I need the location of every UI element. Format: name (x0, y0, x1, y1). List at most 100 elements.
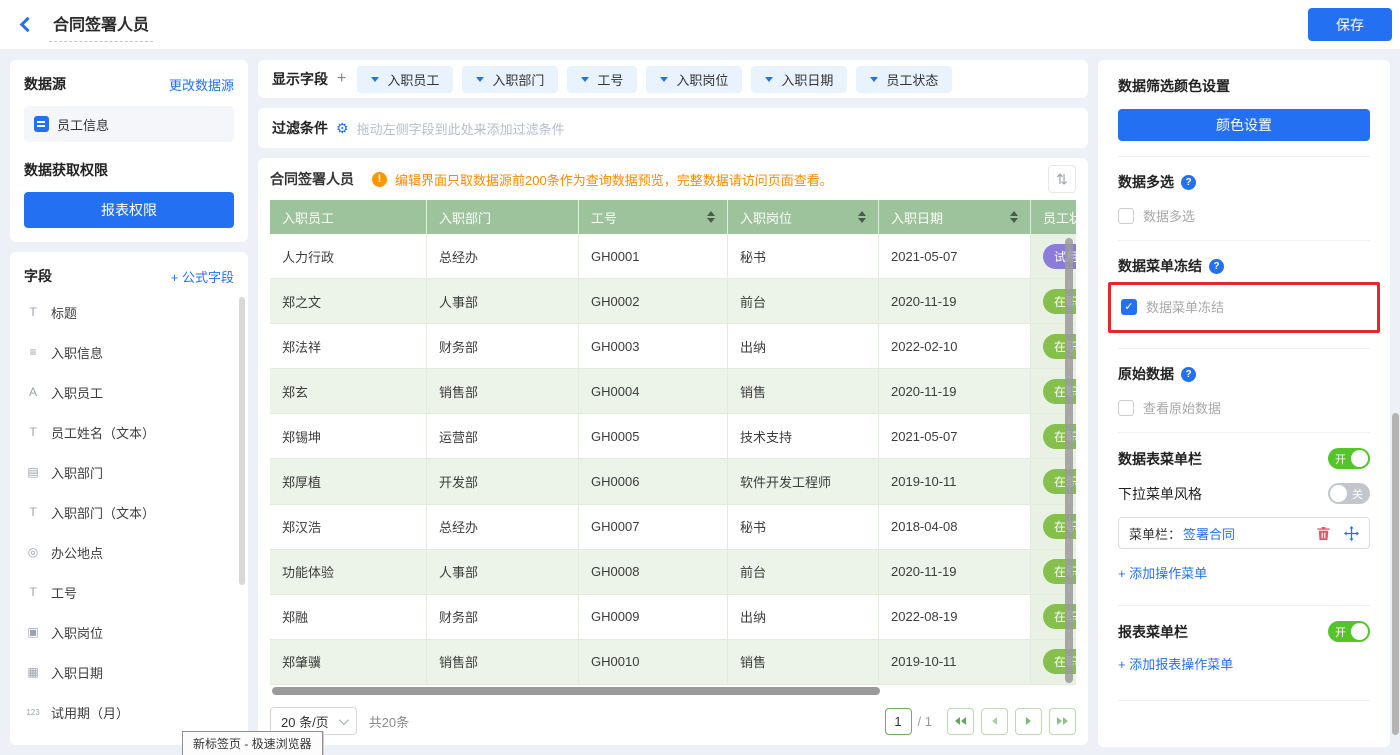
raw-data-checkbox[interactable] (1118, 400, 1134, 416)
filter-settings-gear-icon[interactable]: ⚙ (336, 120, 349, 137)
page-vertical-scrollbar[interactable] (1392, 413, 1399, 735)
display-field-chip[interactable]: 工号 (567, 66, 637, 93)
page-size-value: 20 条/页 (281, 712, 329, 731)
table-row[interactable]: 郑玄销售部GH0004销售2020-11-19在职 (270, 369, 1076, 414)
display-field-chip[interactable]: 入职部门 (462, 66, 558, 93)
column-header[interactable]: 员工状态 (1031, 200, 1076, 234)
display-field-chip[interactable]: 入职岗位 (646, 66, 742, 93)
field-item[interactable]: ▤入职部门 (24, 452, 234, 492)
table-cell: 销售部 (427, 369, 579, 414)
column-header-label: 工号 (591, 208, 617, 227)
last-page-button[interactable] (1049, 708, 1076, 735)
display-field-chip[interactable]: 入职员工 (357, 66, 453, 93)
menubar-item-row: 菜单栏： 签署合同 (1118, 517, 1370, 549)
column-header[interactable]: 入职部门 (427, 200, 579, 234)
table-row[interactable]: 郑法祥财务部GH0003出纳2022-02-10在职 (270, 324, 1076, 369)
field-chip-row: 入职员工入职部门工号 入职岗位 入职日期 员工状态 (357, 66, 952, 93)
display-field-chip[interactable]: 员工状态 (856, 66, 952, 93)
table-cell: 秘书 (728, 505, 879, 550)
sort-arrows-icon[interactable] (858, 211, 866, 223)
table-vertical-scrollbar[interactable] (1065, 238, 1073, 683)
field-item[interactable]: ▣入职岗位 (24, 612, 234, 652)
datasource-title: 数据源 (24, 74, 66, 94)
horizontal-scroll-thumb[interactable] (272, 687, 880, 695)
report-menubar-toggle[interactable]: 开 (1328, 621, 1370, 642)
datasource-item[interactable]: 员工信息 (24, 106, 234, 142)
column-header[interactable]: 入职日期 (879, 200, 1031, 234)
table-cell: GH0010 (579, 640, 728, 685)
table-title: 合同签署人员 (270, 169, 354, 189)
table-cell: 财务部 (427, 595, 579, 640)
report-permission-button[interactable]: 报表权限 (24, 192, 234, 228)
column-header-label: 入职日期 (891, 208, 943, 227)
back-icon[interactable] (20, 17, 36, 33)
prev-page-button[interactable] (981, 708, 1008, 735)
color-setting-button[interactable]: 颜色设置 (1118, 109, 1370, 141)
raw-data-checkbox-row[interactable]: 查看原始数据 (1118, 398, 1370, 417)
field-item[interactable]: ◎办公地点 (24, 532, 234, 572)
field-item[interactable]: T标题 (24, 292, 234, 332)
current-page-box[interactable]: 1 (885, 708, 912, 735)
menu-freeze-title: 数据菜单冻结 (1118, 256, 1202, 276)
table-row[interactable]: 郑之文人事部GH0002前台2020-11-19在职 (270, 279, 1076, 324)
field-item[interactable]: T员工姓名（文本） (24, 412, 234, 452)
chip-label: 员工状态 (886, 70, 938, 89)
menubar-item-value[interactable]: 签署合同 (1183, 524, 1235, 543)
table-cell: 郑之文 (270, 279, 427, 324)
table-row[interactable]: 郑汉浩总经办GH0007秘书2018-04-08在职 (270, 505, 1076, 550)
delete-trash-icon[interactable] (1316, 526, 1331, 541)
multi-select-checkbox[interactable] (1118, 208, 1134, 224)
help-icon[interactable]: ? (1209, 259, 1224, 274)
table-sort-icon[interactable]: ⇅ (1048, 165, 1076, 193)
table-row[interactable]: 郑融财务部GH0009出纳2022-08-19在职 (270, 595, 1076, 640)
help-icon[interactable]: ? (1181, 367, 1196, 382)
field-item[interactable]: A入职员工 (24, 372, 234, 412)
column-header[interactable]: 工号 (579, 200, 728, 234)
page-title[interactable]: 合同签署人员 (49, 8, 153, 42)
table-row[interactable]: 郑锡坤运营部GH0005技术支持2021-05-07在职 (270, 414, 1076, 459)
sort-arrows-icon[interactable] (707, 211, 715, 223)
display-field-chip[interactable]: 入职日期 (751, 66, 847, 93)
table-cell: 软件开发工程师 (728, 459, 879, 504)
field-item[interactable]: ≡入职信息 (24, 332, 234, 372)
multi-select-checkbox-row[interactable]: 数据多选 (1118, 206, 1370, 225)
chip-label: 入职岗位 (676, 70, 728, 89)
move-handle-icon[interactable] (1344, 526, 1359, 541)
table-cell: 前台 (728, 550, 879, 595)
save-button[interactable]: 保存 (1308, 8, 1392, 41)
field-item[interactable]: T工号 (24, 572, 234, 612)
menu-freeze-checkbox-row[interactable]: 数据菜单冻结 (1121, 297, 1367, 316)
table-row[interactable]: 人力行政总经办GH0001秘书2021-05-07试用期 (270, 234, 1076, 279)
table-cell: GH0005 (579, 414, 728, 459)
field-item[interactable]: 123试用期（月） (24, 692, 234, 732)
filter-bar: 过滤条件 ⚙ 拖动左侧字段到此处来添加过滤条件 (258, 108, 1088, 148)
add-action-menu-link[interactable]: + 添加操作菜单 (1118, 563, 1207, 582)
next-page-button[interactable] (1015, 708, 1042, 735)
table-menubar-toggle[interactable]: 开 (1328, 448, 1370, 469)
sort-arrows-icon[interactable] (1010, 211, 1018, 223)
table-row[interactable]: 郑厚植开发部GH0006软件开发工程师2019-10-11在职 (270, 459, 1076, 504)
table-row[interactable]: 功能体验人事部GH0008前台2020-11-19在职 (270, 550, 1076, 595)
chevron-down-icon (371, 77, 379, 82)
table-row[interactable]: 郑肇骥销售部GH0010销售2019-10-11在职 (270, 640, 1076, 685)
table-cell: GH0003 (579, 324, 728, 369)
table-cell: 2022-02-10 (879, 324, 1031, 369)
menu-freeze-checkbox[interactable] (1121, 299, 1137, 315)
field-item[interactable]: ▦入职日期 (24, 652, 234, 692)
change-datasource-link[interactable]: 更改数据源 (169, 75, 234, 94)
add-formula-field-link[interactable]: + 公式字段 (171, 267, 234, 286)
dropdown-style-toggle[interactable]: 关 (1328, 483, 1370, 504)
add-display-field-icon[interactable]: + (337, 70, 346, 88)
field-item-label: 员工姓名（文本） (51, 423, 155, 442)
field-item[interactable]: T入职部门（文本） (24, 492, 234, 532)
fields-scrollbar[interactable] (239, 297, 245, 585)
help-icon[interactable]: ? (1181, 175, 1196, 190)
column-header[interactable]: 入职岗位 (728, 200, 879, 234)
fields-card: 字段 + 公式字段 T标题≡入职信息A入职员工T员工姓名（文本）▤入职部门T入职… (10, 252, 248, 745)
add-report-action-menu-link[interactable]: + 添加报表操作菜单 (1118, 654, 1233, 673)
field-item-label: 入职部门 (51, 463, 103, 482)
first-page-button[interactable] (947, 708, 974, 735)
datasource-item-label: 员工信息 (57, 115, 109, 134)
field-item-label: 办公地点 (51, 543, 103, 562)
column-header[interactable]: 入职员工 (270, 200, 427, 234)
